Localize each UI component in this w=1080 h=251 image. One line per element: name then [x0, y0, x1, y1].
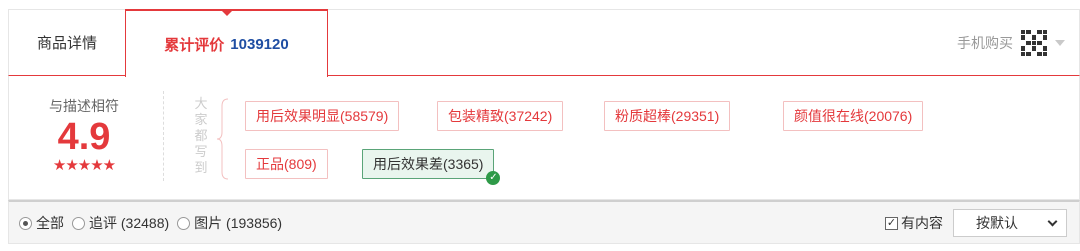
- tab-reviews[interactable]: 累计评价 1039120: [125, 9, 328, 77]
- review-filters: 全部 追评 (32488) 图片 (193856): [19, 202, 290, 244]
- checkbox-checked-icon[interactable]: ✓: [885, 216, 898, 230]
- review-tag[interactable]: 颜值很在线(20076): [783, 101, 924, 131]
- review-tag[interactable]: 包装精致(37242): [437, 101, 564, 131]
- review-tag[interactable]: 正品(809): [245, 149, 328, 179]
- review-tag-negative[interactable]: 用后效果差(3365) ✓: [362, 149, 501, 185]
- radio-selected-icon[interactable]: [19, 216, 32, 230]
- tab-product-detail-label: 商品详情: [36, 35, 97, 52]
- mobile-buy[interactable]: 手机购买: [957, 10, 1065, 76]
- brace-icon: [217, 98, 229, 180]
- radio-icon[interactable]: [177, 216, 191, 230]
- filter-followup[interactable]: 追评 (32488): [72, 213, 169, 233]
- filter-photos-label: 图片 (193856): [194, 215, 283, 231]
- tab-bar: 商品详情 累计评价 1039120 手机购买: [8, 9, 1080, 77]
- has-content-label: 有内容: [901, 215, 943, 231]
- score-title: 与描述相符: [49, 98, 119, 114]
- radio-icon[interactable]: [72, 216, 85, 230]
- review-tag[interactable]: 用后效果明显(58579): [245, 101, 400, 131]
- tags-side-label: 大家都写到: [194, 96, 208, 175]
- tab-product-detail[interactable]: 商品详情: [9, 9, 125, 76]
- star-rating-icon: ★★★★★: [52, 157, 116, 174]
- qr-code-icon: [1021, 30, 1047, 56]
- sort-dropdown[interactable]: 按默认: [953, 209, 1067, 237]
- filter-all[interactable]: 全部: [19, 213, 64, 233]
- review-module: 商品详情 累计评价 1039120 手机购买 与描述相符 4.9 ★★★★★ 大…: [0, 0, 1080, 251]
- filter-options: ✓ 有内容 按默认: [885, 202, 1067, 244]
- divider: [163, 91, 164, 181]
- score-value: 4.9: [57, 116, 111, 158]
- sort-label: 按默认: [976, 215, 1018, 231]
- review-tag-label: 用后效果差(3365): [373, 156, 484, 172]
- review-tag[interactable]: 粉质超棒(29351): [604, 101, 731, 131]
- tab-reviews-count: 1039120: [230, 35, 289, 53]
- chevron-down-icon: [1047, 216, 1058, 226]
- active-tab-caret-icon: [220, 10, 233, 16]
- check-icon: ✓: [486, 171, 501, 185]
- mobile-buy-label: 手机购买: [957, 35, 1013, 51]
- filter-bar: 全部 追评 (32488) 图片 (193856) ✓ 有内容 按默认: [8, 200, 1080, 244]
- filter-followup-label: 追评 (32488): [89, 215, 170, 231]
- tab-reviews-label: 累计评价: [164, 36, 225, 54]
- score-block: 与描述相符 4.9 ★★★★★: [9, 76, 169, 199]
- has-content-checkbox[interactable]: ✓ 有内容: [885, 213, 943, 233]
- filter-photos[interactable]: 图片 (193856): [177, 213, 282, 233]
- chevron-down-icon: [1055, 40, 1065, 46]
- rating-summary: 与描述相符 4.9 ★★★★★ 大家都写到 用后效果明显(58579) 包装精致…: [8, 75, 1080, 200]
- filter-all-label: 全部: [36, 215, 64, 231]
